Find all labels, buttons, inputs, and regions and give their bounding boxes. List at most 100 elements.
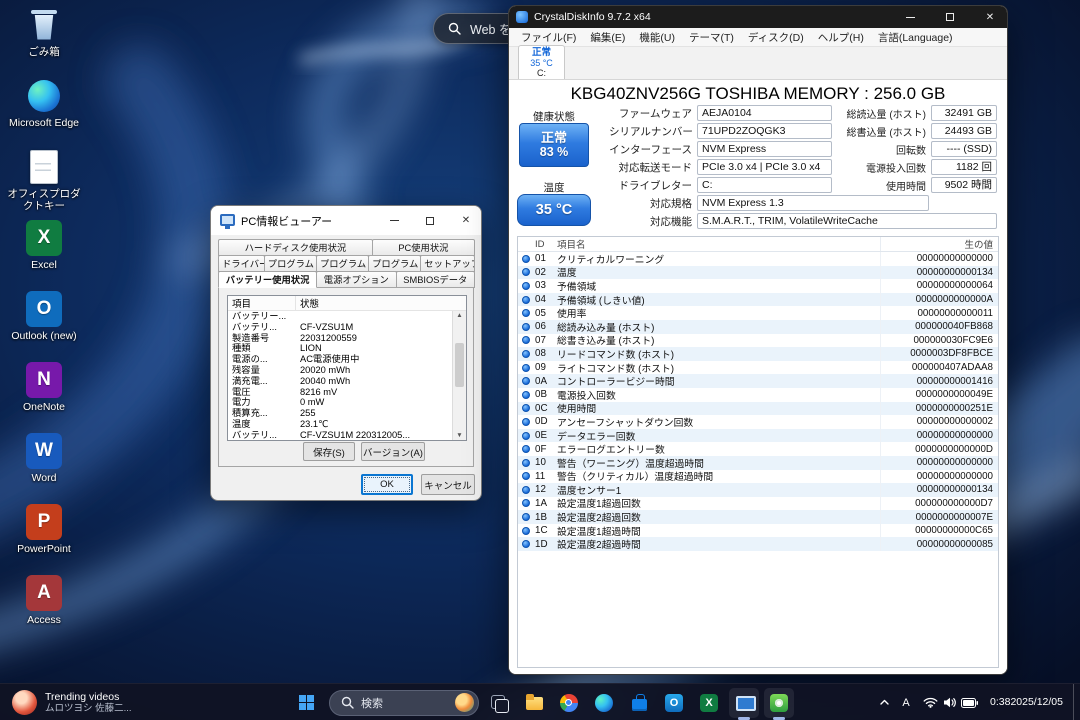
desktop-icon[interactable]: Microsoft Edge — [6, 75, 82, 146]
ime-indicator[interactable]: A — [895, 688, 917, 718]
list-item[interactable]: 温度 23.1℃ — [228, 419, 452, 430]
crystaldiskinfo-icon[interactable] — [764, 687, 794, 720]
close-button[interactable]: ✕ — [451, 206, 481, 235]
cancel-button[interactable]: キャンセル — [421, 474, 475, 495]
health-status-box[interactable]: 正常 83 % — [519, 123, 589, 167]
hidden-icons-button[interactable] — [874, 688, 895, 718]
excel-icon[interactable]: X — [694, 688, 724, 718]
list-item[interactable]: バッテリー... — [228, 311, 452, 322]
maximize-button[interactable] — [415, 206, 445, 235]
desktop-icon[interactable]: A Access — [6, 572, 82, 643]
minimize-button[interactable] — [893, 6, 927, 28]
menu-item[interactable]: テーマ(T) — [682, 28, 741, 46]
table-row[interactable]: 1D 設定温度2超過時間 00000000000085 — [518, 537, 998, 551]
edge-icon[interactable] — [589, 688, 619, 718]
table-row[interactable]: 02 温度 00000000000134 — [518, 265, 998, 279]
menu-item[interactable]: 言語(Language) — [871, 28, 960, 46]
table-row[interactable]: 0C 使用時間 0000000000251E — [518, 401, 998, 415]
menu-item[interactable]: 編集(E) — [583, 28, 632, 46]
start-button[interactable] — [288, 688, 324, 718]
table-row[interactable]: 12 温度センサー1 00000000000134 — [518, 483, 998, 497]
table-row[interactable]: 0D アンセーフシャットダウン回数 00000000000002 — [518, 415, 998, 429]
table-row[interactable]: 1B 設定温度2超過回数 0000000000007E — [518, 510, 998, 524]
table-row[interactable]: 0E データエラー回数 00000000000000 — [518, 428, 998, 443]
desktop-icon[interactable]: P PowerPoint — [6, 501, 82, 572]
pcinfo-tab[interactable]: バッテリー使用状況 — [218, 271, 318, 288]
table-row[interactable]: 07 総書き込み量 (ホスト) 000000030FC9E6 — [518, 333, 998, 348]
close-button[interactable]: ✕ — [973, 6, 1007, 28]
widgets-button[interactable]: Trending videos ムロツヨシ 佐藤二... — [2, 684, 142, 720]
table-row[interactable]: 03 予備領域 00000000000064 — [518, 279, 998, 293]
pcinfo-tab[interactable]: プログラム 1 — [263, 255, 317, 272]
task-view-icon[interactable] — [484, 688, 514, 718]
pcinfo-col-item[interactable]: 項目 — [228, 296, 296, 310]
table-row[interactable]: 08 リードコマンド数 (ホスト) 0000003DF8FBCE — [518, 347, 998, 361]
desktop-icon[interactable]: N OneNote — [6, 359, 82, 430]
scroll-down-icon[interactable]: ▼ — [456, 432, 462, 439]
clock[interactable]: 0:38 2025/12/05 — [984, 688, 1071, 718]
store-icon[interactable] — [624, 688, 654, 718]
list-item[interactable]: 満充電... 20040 mWh — [228, 376, 452, 387]
desktop-icon[interactable]: オフィスプロダクトキー — [6, 146, 82, 217]
disk-tab-c[interactable]: 正常 35 °C C: — [518, 45, 565, 79]
scrollbar-thumb[interactable] — [455, 343, 464, 387]
taskbar-search[interactable]: 検索 — [329, 689, 479, 716]
smart-name: 総書き込み量 (ホスト) — [557, 336, 655, 348]
table-row[interactable]: 10 警告（ワーニング）温度超過時間 00000000000000 — [518, 455, 998, 470]
version-button[interactable]: バージョン(A) — [361, 442, 425, 461]
pcinfo-tab[interactable]: ハードディスク使用状況 — [218, 239, 373, 256]
pcinfo-tab[interactable]: プログラム 2 — [315, 255, 370, 272]
list-item[interactable]: 種類 LION — [228, 343, 452, 354]
list-item[interactable]: バッテリ... CF-VZSU1M 220312005... — [228, 430, 452, 440]
table-row[interactable]: 05 使用率 00000000000011 — [518, 306, 998, 320]
scroll-up-icon[interactable]: ▲ — [456, 312, 462, 319]
cdi-titlebar[interactable]: CrystalDiskInfo 9.7.2 x64 ✕ — [509, 6, 1007, 28]
pcinfo-list-header[interactable]: 項目 状態 — [228, 296, 466, 311]
save-button[interactable]: 保存(S) — [303, 442, 355, 461]
file-explorer-icon[interactable] — [519, 688, 549, 718]
chrome-icon[interactable] — [554, 688, 584, 718]
pcinfo-tab[interactable]: PC使用状況 — [371, 239, 476, 256]
list-item[interactable]: 製造番号 22031200559 — [228, 333, 452, 344]
table-row[interactable]: 1C 設定温度1超過時間 00000000000C65 — [518, 523, 998, 538]
pcinfo-titlebar[interactable]: PC情報ビューアー ✕ — [211, 206, 481, 235]
pcinfo-tab[interactable]: セットアップ — [420, 255, 475, 272]
table-row[interactable]: 1A 設定温度1超過回数 000000000000D7 — [518, 496, 998, 510]
list-item[interactable]: バッテリ... CF-VZSU1M — [228, 322, 452, 333]
pcinfo-col-status[interactable]: 状態 — [296, 296, 466, 310]
desktop-icon[interactable]: X Excel — [6, 217, 82, 288]
list-item[interactable]: 電源の... AC電源使用中 — [228, 354, 452, 365]
menu-item[interactable]: ヘルプ(H) — [811, 28, 871, 46]
list-item[interactable]: 電力 0 mW — [228, 397, 452, 408]
list-item[interactable]: 電圧 8216 mV — [228, 387, 452, 398]
menu-item[interactable]: ファイル(F) — [514, 28, 583, 46]
menu-item[interactable]: 機能(U) — [632, 28, 682, 46]
table-row[interactable]: 0B 電源投入回数 0000000000049E — [518, 387, 998, 402]
table-row[interactable]: 0F エラーログエントリー数 0000000000000D — [518, 442, 998, 456]
table-row[interactable]: 0A コントローラービジー時間 00000000001416 — [518, 374, 998, 388]
desktop-icon[interactable]: ごみ箱 — [6, 4, 82, 75]
pcinfo-tab[interactable]: 電源オプション — [316, 271, 397, 288]
table-row[interactable]: 06 総読み込み量 (ホスト) 000000040FB868 — [518, 319, 998, 334]
minimize-button[interactable] — [379, 206, 409, 235]
scrollbar[interactable]: ▲ ▼ — [452, 311, 466, 440]
show-desktop-button[interactable] — [1073, 684, 1078, 720]
desktop-icon[interactable]: O Outlook (new) — [6, 288, 82, 359]
outlook-icon[interactable] — [659, 688, 689, 718]
menu-item[interactable]: ディスク(D) — [741, 28, 811, 46]
pcinfo-tab[interactable]: プログラム 3 — [368, 255, 422, 272]
pcinfo-tab[interactable]: ドライバー — [218, 255, 265, 272]
list-item[interactable]: 積算充... 255 — [228, 408, 452, 419]
pcinfo-viewer-icon[interactable] — [729, 687, 759, 720]
maximize-button[interactable] — [933, 6, 967, 28]
pcinfo-tab[interactable]: SMBIOSデータ — [395, 271, 476, 288]
tray-status-cluster[interactable] — [917, 688, 984, 718]
table-row[interactable]: 01 クリティカルワーニング 00000000000000 — [518, 252, 998, 266]
desktop-icon[interactable]: W Word — [6, 430, 82, 501]
list-item[interactable]: 残容量 20020 mWh — [228, 365, 452, 376]
temperature-box[interactable]: 35 °C — [517, 194, 591, 226]
table-row[interactable]: 11 警告（クリティカル）温度超過時間 00000000000000 — [518, 469, 998, 483]
ok-button[interactable]: OK — [361, 474, 413, 495]
table-row[interactable]: 09 ライトコマンド数 (ホスト) 000000407ADAA8 — [518, 360, 998, 375]
table-row[interactable]: 04 予備領域 (しきい値) 0000000000000A — [518, 292, 998, 307]
